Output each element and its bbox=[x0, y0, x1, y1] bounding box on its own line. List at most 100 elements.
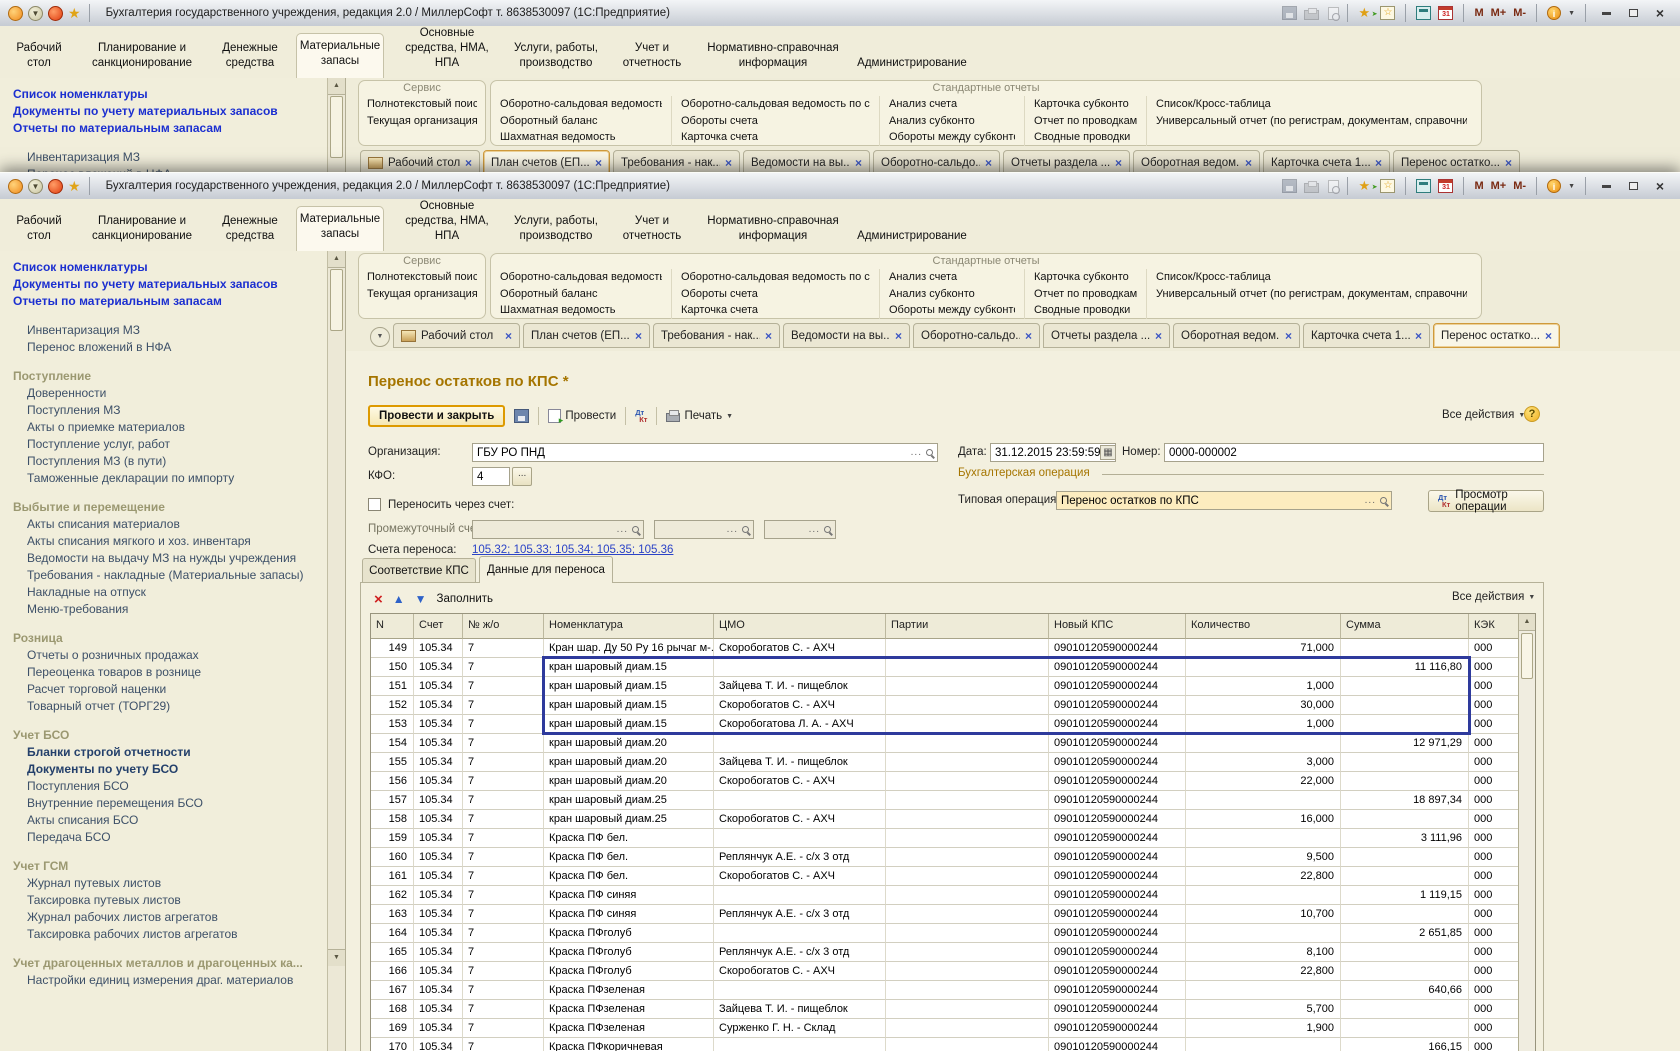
restore-button[interactable] bbox=[1623, 178, 1643, 194]
report-command[interactable]: Оборотно-сальдовая ведомость по счету bbox=[681, 269, 870, 286]
table-row[interactable]: 164 105.34 7 Краска ПФголуб 090101205900… bbox=[371, 924, 1535, 943]
sidebar-item[interactable]: Учет драгоценных металлов и драгоценных … bbox=[13, 955, 328, 972]
mdi-tab[interactable]: Требования - нак... × bbox=[613, 150, 740, 174]
sidebar-item[interactable]: Товарный отчет (ТОРГ29) bbox=[13, 698, 328, 715]
favorites-icon[interactable]: ☆ bbox=[1380, 6, 1395, 20]
fill-button[interactable]: Заполнить bbox=[437, 593, 493, 605]
memory-subtract-button[interactable]: M- bbox=[1513, 180, 1526, 192]
report-command[interactable]: Оборотно-сальдовая ведомость bbox=[500, 96, 662, 113]
sidebar-item[interactable]: Поступления МЗ (в пути) bbox=[13, 453, 328, 470]
tab-list-dropdown-icon[interactable]: ▼ bbox=[370, 327, 390, 347]
transfer-via-account-checkbox[interactable] bbox=[368, 498, 381, 511]
close-icon[interactable]: × bbox=[895, 329, 902, 343]
sidebar-item[interactable]: Учет БСО bbox=[13, 727, 328, 744]
table-row[interactable]: 168 105.34 7 Краска ПФзеленая Зайцева Т.… bbox=[371, 1000, 1535, 1019]
ribbon-tab[interactable]: Материальные запасы bbox=[296, 33, 384, 78]
mdi-tab[interactable]: Оборотная ведом... × bbox=[1133, 150, 1260, 174]
column-header[interactable]: Счет bbox=[414, 614, 463, 639]
table-row[interactable]: 163 105.34 7 Краска ПФ синяя Реплянчук А… bbox=[371, 905, 1535, 924]
sidebar-item[interactable] bbox=[13, 310, 328, 322]
table-row[interactable]: 159 105.34 7 Краска ПФ бел. 090101205900… bbox=[371, 829, 1535, 848]
close-icon[interactable]: × bbox=[1155, 329, 1162, 343]
memory-add-button[interactable]: M+ bbox=[1491, 7, 1507, 19]
report-command[interactable]: Оборотно-сальдовая ведомость по счету bbox=[681, 96, 870, 113]
sidebar-item[interactable]: Требования - накладные (Материальные зап… bbox=[13, 567, 328, 584]
sidebar-item[interactable]: Розница bbox=[13, 630, 328, 647]
memory-subtract-button[interactable]: M- bbox=[1513, 7, 1526, 19]
ribbon-tab[interactable]: Рабочий стол bbox=[6, 209, 72, 251]
mdi-tab[interactable]: План счетов (ЕП... × bbox=[483, 150, 610, 174]
ribbon-tab[interactable]: Учет и отчетность bbox=[610, 209, 694, 251]
sidebar-item[interactable]: Отчеты о розничных продажах bbox=[13, 647, 328, 664]
report-command[interactable]: Шахматная ведомость bbox=[500, 302, 662, 319]
sidebar-item[interactable]: Список номенклатуры bbox=[13, 86, 328, 103]
sidebar-item[interactable] bbox=[13, 356, 328, 368]
sidebar-item[interactable]: Акты списания мягкого и хоз. инвентаря bbox=[13, 533, 328, 550]
sidebar-item[interactable]: Акты о приемке материалов bbox=[13, 419, 328, 436]
minimize-button[interactable] bbox=[1596, 178, 1616, 194]
tab-transfer-data[interactable]: Данные для переноса bbox=[479, 556, 613, 583]
sidebar-scrollbar[interactable]: ▲ bbox=[327, 78, 345, 174]
sidebar-item[interactable]: Поступления МЗ bbox=[13, 402, 328, 419]
mdi-tab[interactable]: Рабочий стол × bbox=[360, 150, 480, 174]
report-command[interactable]: Отчет по проводкам bbox=[1034, 286, 1137, 303]
ribbon-tab[interactable]: Денежные средства bbox=[212, 36, 288, 78]
mdi-tab[interactable]: План счетов (ЕП... × bbox=[523, 323, 650, 348]
delete-row-icon[interactable]: × bbox=[374, 592, 383, 607]
memory-add-button[interactable]: M+ bbox=[1491, 180, 1507, 192]
intermediate-field-1[interactable]: ... bbox=[472, 520, 644, 539]
choose-icon[interactable]: ... bbox=[1365, 495, 1376, 506]
report-command[interactable]: Анализ субконто bbox=[889, 286, 1015, 303]
kfo-choose-button[interactable]: ... bbox=[512, 467, 532, 486]
scroll-up-icon[interactable]: ▲ bbox=[328, 251, 345, 268]
sidebar-scrollbar[interactable]: ▲ ▼ bbox=[327, 251, 345, 1051]
scroll-thumb[interactable] bbox=[330, 96, 343, 158]
report-command[interactable]: Анализ счета bbox=[889, 96, 1015, 113]
report-command[interactable]: Обороты между субконто bbox=[889, 302, 1015, 319]
ribbon-tab[interactable]: Учет и отчетность bbox=[610, 36, 694, 78]
column-header[interactable]: № ж/о bbox=[463, 614, 544, 639]
table-row[interactable]: 165 105.34 7 Краска ПФголуб Реплянчук А.… bbox=[371, 943, 1535, 962]
date-field[interactable]: 31.12.2015 23:59:59 bbox=[990, 443, 1116, 462]
column-header[interactable]: ЦМО bbox=[714, 614, 886, 639]
sidebar-item[interactable]: Поступление bbox=[13, 368, 328, 385]
sidebar-item[interactable]: Меню-требования bbox=[13, 601, 328, 618]
scroll-thumb[interactable] bbox=[330, 269, 343, 331]
move-up-icon[interactable]: ▲ bbox=[393, 593, 405, 605]
close-icon[interactable]: × bbox=[985, 156, 992, 170]
mdi-tab[interactable]: Перенос остатко... × bbox=[1393, 150, 1520, 174]
sidebar-item[interactable]: Инвентаризация МЗ bbox=[13, 149, 328, 166]
scroll-up-icon[interactable]: ▲ bbox=[328, 78, 345, 95]
report-command[interactable]: Карточка субконто bbox=[1034, 96, 1137, 113]
sidebar-item[interactable]: Документы по учету БСО bbox=[13, 761, 328, 778]
calendar-icon[interactable]: 31 bbox=[1438, 179, 1453, 193]
sidebar-item[interactable]: Переоценка товаров в рознице bbox=[13, 664, 328, 681]
sidebar-item[interactable]: Ведомости на выдачу МЗ на нужды учрежден… bbox=[13, 550, 328, 567]
table-row[interactable]: 167 105.34 7 Краска ПФзеленая 0901012059… bbox=[371, 981, 1535, 1000]
view-operation-button[interactable]: ДтКт Просмотр операции bbox=[1428, 490, 1544, 512]
main-menu-icon[interactable] bbox=[8, 179, 23, 194]
move-down-icon[interactable]: ▼ bbox=[415, 593, 427, 605]
sidebar-item[interactable]: Акты списания материалов bbox=[13, 516, 328, 533]
table-row[interactable]: 158 105.34 7 кран шаровый диам.25 Скороб… bbox=[371, 810, 1535, 829]
sidebar-item[interactable]: Отчеты по материальным запасам bbox=[13, 293, 328, 310]
intermediate-field-3[interactable]: ... bbox=[764, 520, 836, 539]
ribbon-tab[interactable]: Рабочий стол bbox=[6, 36, 72, 78]
close-icon[interactable]: × bbox=[505, 329, 512, 343]
search-icon[interactable] bbox=[926, 449, 933, 456]
mdi-tab[interactable]: Ведомости на вы... × bbox=[783, 323, 910, 348]
table-row[interactable]: 155 105.34 7 кран шаровый диам.20 Зайцев… bbox=[371, 753, 1535, 772]
ribbon-tab[interactable]: Материальные запасы bbox=[296, 206, 384, 251]
close-icon[interactable]: × bbox=[1245, 156, 1252, 170]
mdi-tab[interactable]: Требования - нак... × bbox=[653, 323, 780, 348]
date-picker-icon[interactable]: ▦ bbox=[1100, 445, 1116, 460]
table-row[interactable]: 149 105.34 7 Кран шар. Ду 50 Ру 16 рычаг… bbox=[371, 639, 1535, 658]
ribbon-tab[interactable]: Нормативно-справочная информация bbox=[702, 209, 844, 251]
grid-all-actions-button[interactable]: Все действия▼ bbox=[1452, 591, 1535, 603]
mdi-tab[interactable]: Карточка счета 1... × bbox=[1303, 323, 1430, 348]
print-icon[interactable] bbox=[1304, 10, 1319, 20]
forward-icon[interactable] bbox=[48, 6, 63, 21]
report-command[interactable]: Шахматная ведомость bbox=[500, 129, 662, 146]
print-icon[interactable] bbox=[1304, 183, 1319, 193]
intermediate-field-2[interactable]: ... bbox=[654, 520, 754, 539]
